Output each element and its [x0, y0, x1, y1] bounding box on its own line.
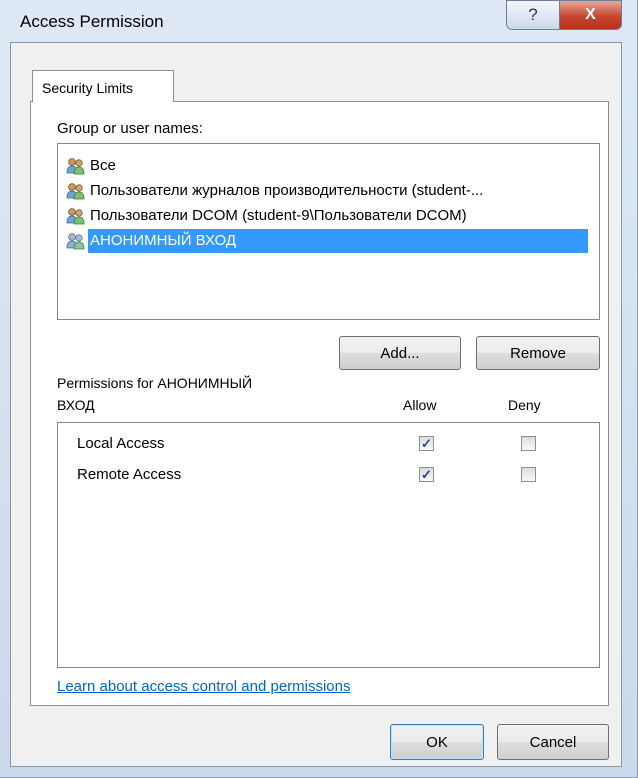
- help-button[interactable]: ?: [506, 0, 560, 30]
- users-group-icon: [66, 233, 85, 250]
- local-access-deny-checkbox[interactable]: [521, 436, 536, 451]
- permissions-label-line1: Permissions for АНОНИМНЫЙ: [57, 375, 253, 391]
- checkmark-icon: ✓: [421, 436, 432, 451]
- remote-access-deny-checkbox[interactable]: [521, 467, 536, 482]
- remote-access-allow-checkbox[interactable]: ✓: [419, 467, 434, 482]
- ok-button[interactable]: OK: [390, 724, 484, 760]
- user-name: АНОНИМНЫЙ ВХОД: [88, 229, 588, 253]
- user-name: Пользователи журналов производительности…: [90, 182, 484, 199]
- permission-local-access-label: Local Access: [77, 435, 165, 452]
- user-name: Пользователи DCOM (student-9\Пользовател…: [90, 207, 467, 224]
- group-names-label: Group or user names:: [57, 120, 203, 137]
- remove-button[interactable]: Remove: [476, 336, 600, 370]
- allow-column-header: Allow: [403, 397, 437, 413]
- permission-remote-access-label: Remote Access: [77, 466, 182, 483]
- tab-label: Security Limits: [42, 80, 134, 96]
- close-icon: X: [585, 6, 596, 23]
- permissions-label-line2: ВХОД: [57, 397, 95, 413]
- users-group-icon: [66, 183, 85, 200]
- access-permission-dialog: Access Permission ? X Security Limits Gr…: [0, 0, 638, 778]
- users-group-icon: [66, 158, 85, 175]
- permissions-list: [57, 422, 600, 668]
- deny-column-header: Deny: [508, 397, 541, 413]
- window-title: Access Permission: [20, 12, 164, 31]
- local-access-allow-checkbox[interactable]: ✓: [419, 436, 434, 451]
- users-group-icon: [66, 208, 85, 225]
- help-icon: ?: [528, 5, 538, 24]
- cancel-button[interactable]: Cancel: [497, 724, 609, 760]
- title-bar[interactable]: Access Permission ? X: [0, 0, 638, 42]
- user-list[interactable]: Все Пользователи журналов производительн…: [57, 143, 600, 320]
- close-button[interactable]: X: [559, 0, 622, 30]
- add-button[interactable]: Add...: [339, 336, 461, 370]
- user-name: Все: [90, 157, 116, 174]
- learn-more-link[interactable]: Learn about access control and permissio…: [57, 678, 351, 695]
- tab-security-limits[interactable]: Security Limits: [32, 70, 174, 102]
- checkmark-icon: ✓: [421, 467, 432, 482]
